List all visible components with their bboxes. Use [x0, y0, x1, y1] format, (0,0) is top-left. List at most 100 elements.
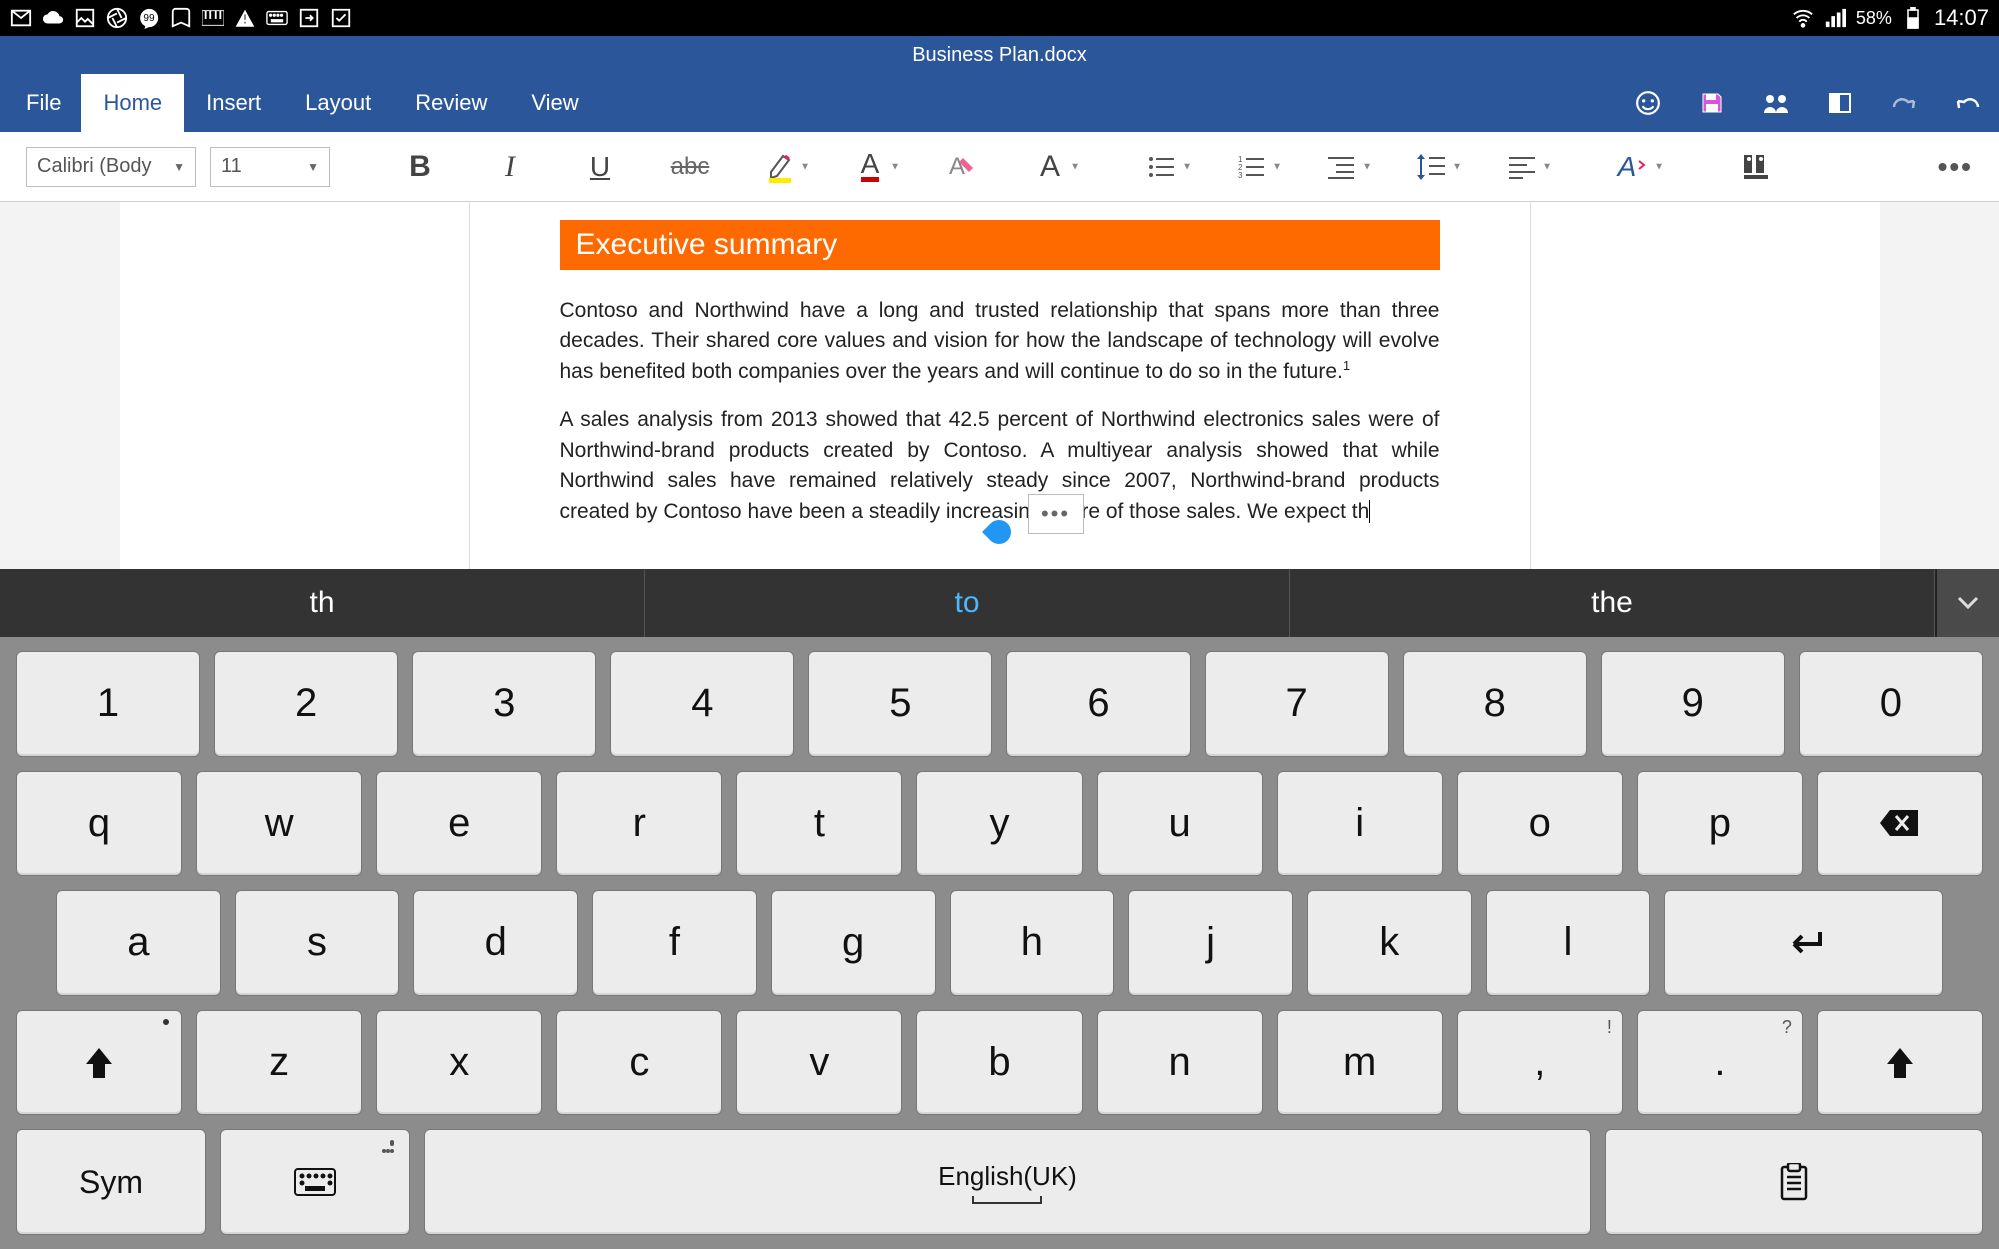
spacebar-icon [972, 1196, 1042, 1204]
italic-button[interactable]: I [488, 145, 532, 189]
tab-file[interactable]: File [16, 74, 81, 132]
key-m[interactable]: m [1277, 1010, 1443, 1116]
tab-view[interactable]: View [509, 74, 600, 132]
keyboard-collapse-button[interactable] [1935, 569, 1999, 637]
highlight-button[interactable]: ▼ [758, 145, 802, 189]
tab-review[interactable]: Review [393, 74, 509, 132]
cloud-check-icon [42, 7, 64, 29]
key-j[interactable]: j [1128, 890, 1293, 996]
document-title: Business Plan.docx [912, 44, 1087, 67]
arrow-right-icon [298, 7, 320, 29]
key-5[interactable]: 5 [808, 651, 992, 757]
strikethrough-button[interactable]: abc [668, 145, 712, 189]
svg-text:3: 3 [1238, 171, 1243, 179]
key-w[interactable]: w [196, 771, 362, 877]
clear-formatting-button[interactable]: A [938, 145, 982, 189]
key-o[interactable]: o [1457, 771, 1623, 877]
key-shift-left[interactable] [16, 1010, 182, 1116]
key-f[interactable]: f [592, 890, 757, 996]
key-q[interactable]: q [16, 771, 182, 877]
suggestion-2[interactable]: to [645, 569, 1290, 637]
line-spacing-button[interactable]: ▼ [1410, 145, 1454, 189]
key-3[interactable]: 3 [412, 651, 596, 757]
key-clipboard[interactable] [1605, 1129, 1983, 1235]
key-l[interactable]: l [1486, 890, 1651, 996]
find-button[interactable] [1734, 145, 1778, 189]
tab-insert[interactable]: Insert [184, 74, 283, 132]
key-h[interactable]: h [950, 890, 1115, 996]
key-g[interactable]: g [771, 890, 936, 996]
key-e[interactable]: e [376, 771, 542, 877]
wifi-icon [1792, 7, 1814, 29]
home-toolbar: Calibri (Body ▼ 11 ▼ B I U abc ▼ A ▼ A A… [0, 132, 1999, 202]
key-shift-right[interactable] [1817, 1010, 1983, 1116]
bullets-button[interactable]: ▼ [1140, 145, 1184, 189]
key-k[interactable]: k [1307, 890, 1472, 996]
undo-icon[interactable] [1953, 88, 1983, 118]
suggestion-3[interactable]: the [1290, 569, 1935, 637]
font-name-select[interactable]: Calibri (Body ▼ [26, 147, 196, 187]
key-v[interactable]: v [736, 1010, 902, 1116]
key-backspace[interactable] [1817, 771, 1983, 877]
key-n[interactable]: n [1097, 1010, 1263, 1116]
key-d[interactable]: d [413, 890, 578, 996]
key-0[interactable]: 0 [1799, 651, 1983, 757]
suggestion-1[interactable]: th [0, 569, 645, 637]
indent-button[interactable]: ▼ [1320, 145, 1364, 189]
key-7[interactable]: 7 [1205, 651, 1389, 757]
footnote-ref[interactable]: 1 [1343, 358, 1350, 373]
key-2[interactable]: 2 [214, 651, 398, 757]
battery-icon [1902, 7, 1924, 29]
key-8[interactable]: 8 [1403, 651, 1587, 757]
chevron-down-icon: ▼ [307, 160, 319, 174]
font-size-select[interactable]: 11 ▼ [210, 147, 330, 187]
share-icon[interactable] [1761, 88, 1791, 118]
key-keyboard-settings[interactable] [220, 1129, 410, 1235]
status-right: 58% 14:07 [1792, 5, 1989, 31]
save-icon[interactable] [1697, 88, 1727, 118]
key-comma[interactable]: , ! [1457, 1010, 1623, 1116]
hangouts-icon: 99 [138, 7, 160, 29]
key-r[interactable]: r [556, 771, 722, 877]
tab-layout[interactable]: Layout [283, 74, 393, 132]
key-x[interactable]: x [376, 1010, 542, 1116]
key-enter[interactable] [1664, 890, 1943, 996]
paragraph-2[interactable]: A sales analysis from 2013 showed that 4… [560, 405, 1440, 527]
key-4[interactable]: 4 [610, 651, 794, 757]
key-space[interactable]: English(UK) [424, 1129, 1591, 1235]
tab-home[interactable]: Home [81, 74, 184, 132]
font-size-menu-button[interactable]: A▼ [1028, 145, 1072, 189]
key-1[interactable]: 1 [16, 651, 200, 757]
key-period[interactable]: . ? [1637, 1010, 1803, 1116]
reading-view-icon[interactable] [1825, 88, 1855, 118]
android-status-bar: 99 58% 14:07 [0, 0, 1999, 36]
underline-button[interactable]: U [578, 145, 622, 189]
clock-text: 14:07 [1934, 5, 1989, 31]
key-6[interactable]: 6 [1006, 651, 1190, 757]
key-t[interactable]: t [736, 771, 902, 877]
paragraph-1[interactable]: Contoso and Northwind have a long and tr… [560, 296, 1440, 387]
emoji-icon[interactable] [1633, 88, 1663, 118]
more-options-button[interactable]: ••• [1938, 151, 1973, 183]
document-area[interactable]: Executive summary Contoso and Northwind … [0, 202, 1999, 569]
redo-icon[interactable] [1889, 88, 1919, 118]
key-u[interactable]: u [1097, 771, 1263, 877]
heading-executive-summary[interactable]: Executive summary [560, 220, 1440, 270]
key-z[interactable]: z [196, 1010, 362, 1116]
key-y[interactable]: y [916, 771, 1082, 877]
styles-button[interactable]: A ▼ [1612, 145, 1656, 189]
font-color-button[interactable]: A ▼ [848, 145, 892, 189]
key-sym[interactable]: Sym [16, 1129, 206, 1235]
numbering-button[interactable]: 123 ▼ [1230, 145, 1274, 189]
key-9[interactable]: 9 [1601, 651, 1785, 757]
key-c[interactable]: c [556, 1010, 722, 1116]
key-b[interactable]: b [916, 1010, 1082, 1116]
context-menu-button[interactable]: ••• [1028, 494, 1084, 534]
key-s[interactable]: s [235, 890, 400, 996]
document-page[interactable]: Executive summary Contoso and Northwind … [470, 202, 1530, 569]
key-i[interactable]: i [1277, 771, 1443, 877]
align-button[interactable]: ▼ [1500, 145, 1544, 189]
key-a[interactable]: a [56, 890, 221, 996]
bold-button[interactable]: B [398, 145, 442, 189]
key-p[interactable]: p [1637, 771, 1803, 877]
